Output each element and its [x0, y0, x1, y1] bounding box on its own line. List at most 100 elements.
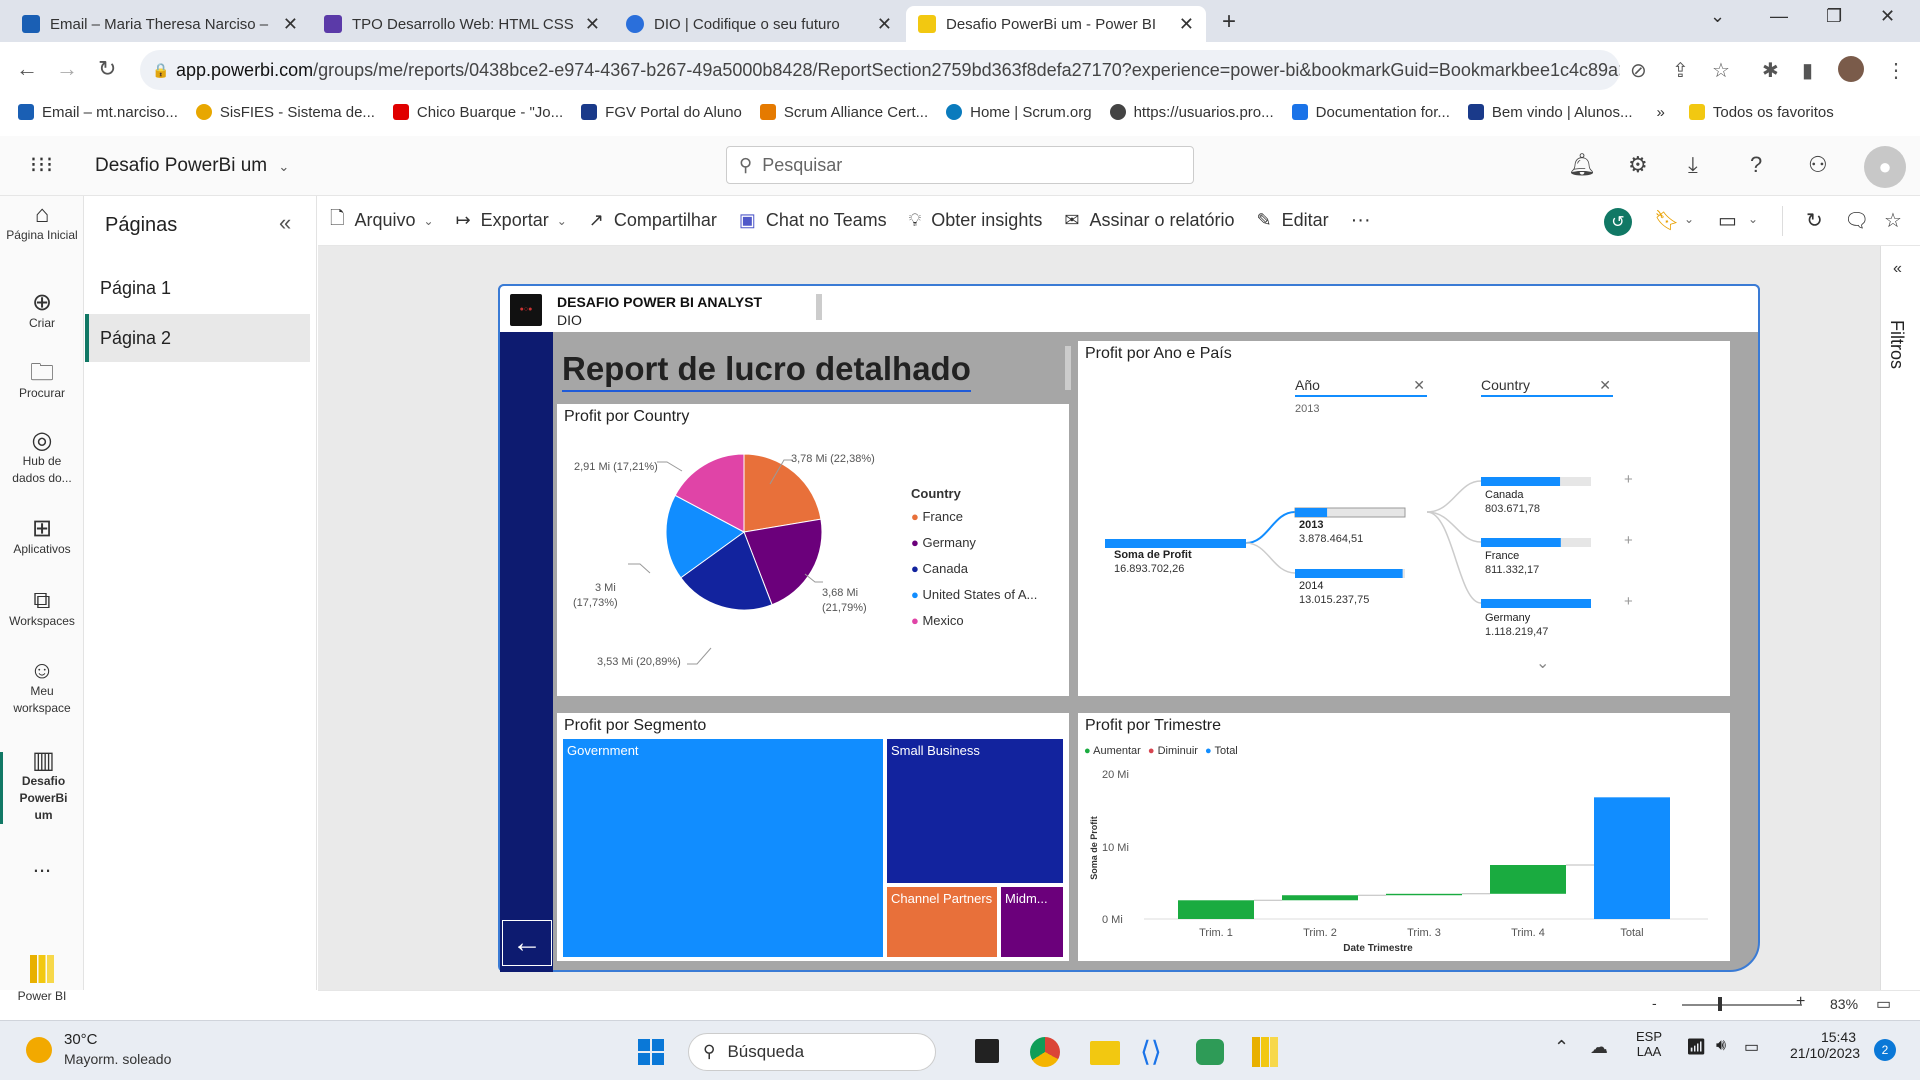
waterfall-bar-5[interactable]	[1594, 797, 1670, 919]
bookmark-item[interactable]: FGV Portal do Aluno	[581, 104, 742, 121]
chevron-down-icon[interactable]: ⌄	[1684, 212, 1694, 226]
bookmark-item[interactable]: SisFIES - Sistema de...	[195, 104, 375, 121]
page-item-1[interactable]: Página 1	[85, 264, 310, 312]
menu-icon[interactable]: ⋮	[1886, 58, 1906, 83]
rail-item-workspaces[interactable]: ⧉ Workspaces	[0, 589, 84, 630]
app-launcher-icon[interactable]: ⁝⁝⁝	[30, 152, 54, 178]
scroll-down-chevron-icon[interactable]: ⌄	[1536, 653, 1549, 673]
header-scrollbar[interactable]	[816, 294, 822, 320]
clock[interactable]: 15:43 21/10/2023	[1790, 1029, 1860, 1061]
rail-item-home[interactable]: ⌂ Página Inicial	[0, 203, 84, 244]
powerbi-taskbar-icon[interactable]	[1252, 1037, 1278, 1067]
bookmark-icon[interactable]: 🔖︎	[1654, 208, 1679, 233]
show-hidden-icons[interactable]: ⌃	[1554, 1037, 1569, 1058]
treemap-tile-channel-partners[interactable]: Channel Partners	[887, 887, 999, 957]
waterfall-bar-4[interactable]	[1490, 865, 1566, 894]
waterfall-bar-3[interactable]	[1386, 893, 1462, 896]
chrome-icon[interactable]	[1030, 1037, 1060, 1067]
forward-icon[interactable]: →	[56, 56, 78, 82]
all-bookmarks-button[interactable]: Todos os favoritos	[1688, 104, 1834, 121]
search-input[interactable]: ⚲ Pesquisar	[726, 146, 1194, 184]
decomp-france-label[interactable]: France	[1485, 550, 1519, 562]
profile-avatar[interactable]	[1838, 56, 1864, 82]
decomp-germany-label[interactable]: Germany	[1485, 612, 1530, 624]
browser-tab-dio[interactable]: DIO | Codifique o seu futuro ✕	[614, 6, 904, 42]
chat-teams-button[interactable]: ▣ Chat no Teams	[739, 210, 887, 231]
onedrive-icon[interactable]: ☁	[1590, 1037, 1608, 1058]
legend-item[interactable]: ● Mexico	[911, 608, 1037, 634]
zoom-in-button[interactable]: +	[1796, 993, 1805, 1011]
share-icon[interactable]: ⇪	[1672, 58, 1689, 83]
legend-item[interactable]: ● France	[911, 504, 1037, 530]
treemap-card[interactable]: Profit por Segmento Government Small Bus…	[557, 713, 1069, 961]
extensions-icon[interactable]: ✱	[1762, 58, 1779, 83]
rail-item-data-hub[interactable]: ◎ Hub de dados do...	[0, 429, 84, 487]
fit-page-icon[interactable]: ▭	[1876, 994, 1891, 1014]
rail-item-browse[interactable]: 🗀 Procurar	[0, 361, 84, 402]
decomp-canada-label[interactable]: Canada	[1485, 489, 1524, 501]
export-menu[interactable]: ↦ Exportar ⌄	[456, 210, 567, 231]
reset-icon[interactable]: ↺	[1604, 208, 1632, 236]
waterfall-bar-1[interactable]	[1178, 900, 1254, 919]
file-menu[interactable]: 🗋 Arquivo ⌄	[330, 206, 434, 236]
bookmark-item[interactable]: https://usuarios.pro...	[1109, 104, 1274, 121]
rail-item-report[interactable]: ▥ Desafio PowerBi um	[0, 749, 84, 824]
decomp-year-bar-2014[interactable]	[1295, 569, 1403, 578]
rail-item-apps[interactable]: ⊞ Aplicativos	[0, 517, 84, 558]
rail-more-button[interactable]: ...	[0, 854, 84, 876]
url-field[interactable]: 🔒 app.powerbi.com/groups/me/reports/0438…	[140, 50, 1620, 90]
treemap-tile-government[interactable]: Government	[563, 739, 885, 957]
chevron-down-icon[interactable]: ⌄	[1748, 212, 1758, 226]
bookmark-item[interactable]: Bem vindo | Alunos...	[1467, 104, 1633, 121]
close-window-icon[interactable]: ✕	[1880, 6, 1895, 27]
page-item-2[interactable]: Página 2	[85, 314, 310, 362]
browser-tab-email[interactable]: Email – Maria Theresa Narciso – ✕	[10, 6, 310, 42]
zoom-slider-thumb[interactable]	[1718, 997, 1722, 1011]
sidepanel-icon[interactable]: ▮	[1802, 58, 1813, 83]
battery-icon[interactable]: ▭	[1744, 1037, 1759, 1057]
back-icon[interactable]: ←	[16, 56, 38, 82]
decomp-country-bar-Germany[interactable]	[1481, 599, 1591, 608]
reload-icon[interactable]: ↻	[98, 56, 116, 82]
waterfall-bar-2[interactable]	[1282, 895, 1358, 901]
vscode-icon[interactable]: ⟨⟩	[1140, 1035, 1162, 1068]
bookmark-item[interactable]: Chico Buarque - "Jo...	[392, 104, 563, 121]
refresh-icon[interactable]: ↻	[1806, 208, 1823, 233]
share-button[interactable]: ↗ Compartilhar	[589, 210, 717, 231]
close-tab-icon[interactable]: ✕	[585, 14, 600, 35]
collapse-icon[interactable]: «	[279, 210, 291, 236]
help-icon[interactable]: ?	[1750, 152, 1762, 178]
decomp-root-bar[interactable]	[1105, 539, 1246, 548]
edit-button[interactable]: ✎ Editar	[1257, 210, 1329, 231]
new-tab-button[interactable]: +	[1222, 8, 1236, 36]
favorite-icon[interactable]: ☆	[1884, 208, 1902, 233]
insights-button[interactable]: 💡︎ Obter insights	[909, 210, 1043, 231]
legend-item[interactable]: ● United States of A...	[911, 582, 1037, 608]
meet-icon[interactable]	[1196, 1039, 1224, 1065]
user-avatar[interactable]: ●	[1864, 146, 1906, 188]
browser-tab-tpo[interactable]: TPO Desarrollo Web: HTML CSS ✕	[312, 6, 612, 42]
bookmark-item[interactable]: Email – mt.narciso...	[18, 104, 178, 121]
decomp-country-bar-Canada[interactable]	[1481, 477, 1561, 486]
close-tab-icon[interactable]: ✕	[1179, 14, 1194, 35]
back-arrow-button[interactable]: ←	[502, 920, 552, 966]
waterfall-card[interactable]: Profit por Trimestre ● Aumentar ● Diminu…	[1078, 713, 1730, 961]
bookmark-item[interactable]: Documentation for...	[1291, 104, 1450, 121]
minimize-icon[interactable]: —	[1770, 6, 1788, 27]
wifi-icon[interactable]: 📶︎	[1686, 1037, 1706, 1057]
expand-plus-icon[interactable]: +	[1624, 593, 1633, 610]
legend-item[interactable]: ● Canada	[911, 556, 1037, 582]
treemap-tile-small-business[interactable]: Small Business	[887, 739, 1063, 885]
notification-badge[interactable]: 2	[1874, 1039, 1896, 1061]
comment-icon[interactable]: 🗨︎	[1844, 208, 1869, 233]
eye-off-icon[interactable]: ⊘	[1630, 58, 1647, 83]
expand-plus-icon[interactable]: +	[1624, 471, 1633, 488]
notifications-icon[interactable]: 🔔︎	[1568, 152, 1596, 178]
rail-item-my-workspace[interactable]: ☺ Meu workspace	[0, 659, 84, 717]
view-icon[interactable]: ▭	[1718, 208, 1737, 233]
language-indicator[interactable]: ESP LAA	[1636, 1029, 1662, 1059]
decomp-country-bar-France[interactable]	[1481, 538, 1561, 547]
bookmark-item[interactable]: Scrum Alliance Cert...	[759, 104, 928, 121]
treemap-tile-midmarket[interactable]: Midm...	[1001, 887, 1063, 957]
zoom-out-button[interactable]: -	[1652, 995, 1657, 1011]
